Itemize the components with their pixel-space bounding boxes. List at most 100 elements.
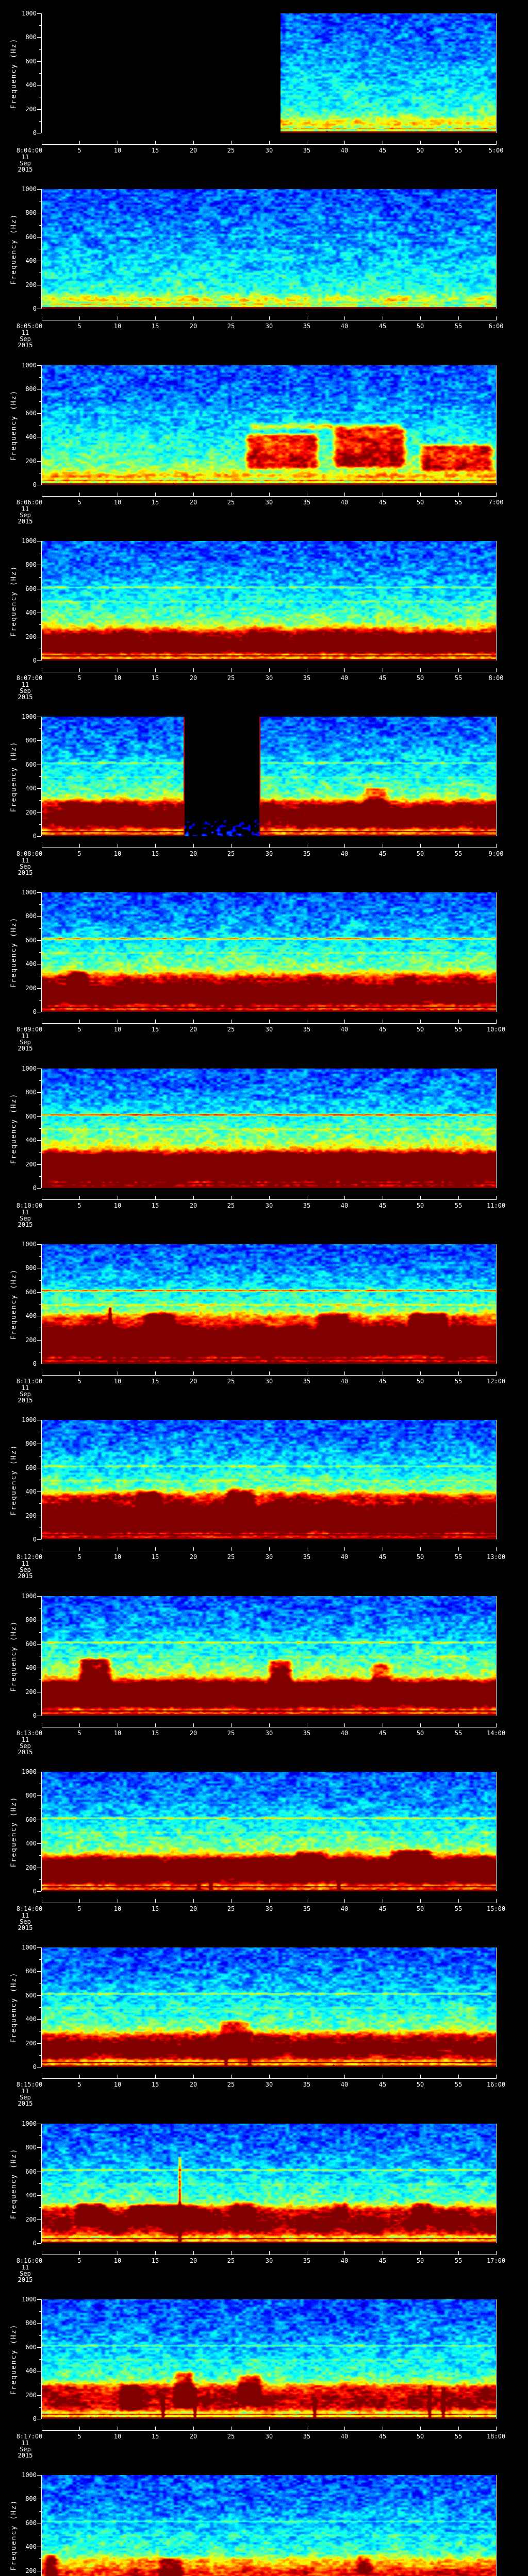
- y-tick: [37, 1539, 41, 1540]
- x-tick: [155, 1196, 156, 1199]
- y-minor-tick: [39, 225, 41, 226]
- plot-right-edge: [496, 1772, 497, 1891]
- x-tick-label: 55: [454, 147, 463, 154]
- y-tick: [37, 2219, 41, 2220]
- y-tick: [37, 2019, 41, 2020]
- x-tick-label: 35: [303, 1026, 311, 1033]
- x-tick: [458, 1899, 459, 1903]
- x-tick-label: 45: [378, 1378, 387, 1385]
- x-tick-label: 20: [189, 1553, 197, 1561]
- y-axis-title: Frequency (Hz): [10, 1972, 18, 2043]
- x-tick: [420, 2251, 421, 2255]
- x-tick-label: 20: [189, 147, 197, 154]
- x-tick-label: 55: [454, 1553, 463, 1561]
- x-tick: [193, 1371, 194, 1375]
- y-tick-label: 400: [25, 609, 37, 616]
- x-tick-label: 15: [151, 499, 159, 506]
- spectrogram-panel: Frequency (Hz) 0 200 400 600 800 1000 8:13:00 5…: [0, 1583, 528, 1759]
- x-axis-line: [42, 1199, 497, 1200]
- spectrogram-panel: Frequency (Hz) 0 200 400 600 800 1000 8:10:00 5…: [0, 1055, 528, 1231]
- x-tick: [496, 1371, 497, 1375]
- x-tick: [420, 141, 421, 144]
- x-tick-label: 20: [189, 2433, 197, 2440]
- y-tick-label: 600: [25, 233, 37, 241]
- y-tick-label: 400: [25, 1840, 37, 1847]
- x-tick: [344, 2075, 345, 2078]
- x-tick-label: 20: [189, 2257, 197, 2264]
- y-tick: [37, 2395, 41, 2396]
- x-tick: [231, 1371, 232, 1375]
- x-tick: [344, 844, 345, 848]
- x-tick-label: 55: [454, 2257, 463, 2264]
- y-tick-label: 600: [25, 1640, 37, 1648]
- x-tick-label: 5: [77, 1026, 81, 1033]
- x-tick-label: 15: [151, 1730, 159, 1737]
- x-tick-label: 25: [227, 147, 235, 154]
- x-tick: [496, 844, 497, 848]
- x-start-time-label: 8:06:00: [16, 499, 43, 506]
- x-end-time-label: 12:00: [486, 1378, 506, 1385]
- y-axis-title: Frequency (Hz): [10, 565, 18, 637]
- x-tick-label: 45: [378, 323, 387, 330]
- x-tick: [193, 1547, 194, 1551]
- y-minor-tick: [39, 73, 41, 74]
- x-tick: [344, 1547, 345, 1551]
- x-tick-label: 35: [303, 1553, 311, 1561]
- y-tick-label: 600: [25, 410, 37, 417]
- x-start-time-label: 8:13:00: [16, 1730, 43, 1737]
- y-tick-label: 1000: [22, 1944, 37, 1951]
- plot-right-edge: [496, 13, 497, 133]
- x-tick: [193, 844, 194, 848]
- spectrogram-panel: Frequency (Hz) 0 200 400 600 800 1000 8:04:00 5…: [0, 0, 528, 176]
- y-axis-line: [41, 541, 42, 660]
- x-end-time-label: 9:00: [488, 850, 504, 857]
- y-tick: [37, 2323, 41, 2324]
- y-tick-label: 400: [25, 785, 37, 792]
- x-tick-label: 10: [113, 1553, 122, 1561]
- y-tick: [37, 940, 41, 941]
- y-tick-label: 600: [25, 937, 37, 944]
- x-tick-label: 50: [416, 1026, 424, 1033]
- x-tick: [193, 141, 194, 144]
- y-tick-label: 600: [25, 1992, 37, 1999]
- x-tick-label: 40: [340, 323, 349, 330]
- y-axis-line: [41, 365, 42, 485]
- x-tick: [155, 1899, 156, 1903]
- x-tick-label: 15: [151, 2433, 159, 2440]
- y-minor-tick: [39, 425, 41, 426]
- plot-right-edge: [496, 2124, 497, 2243]
- x-tick-label: 25: [227, 1730, 235, 1737]
- spectrogram-panel: Frequency (Hz) 0 200 400 600 800 1000 8:14:00 5…: [0, 1758, 528, 1935]
- y-tick-label: 400: [25, 1137, 37, 1144]
- x-tick: [155, 141, 156, 144]
- y-tick: [37, 85, 41, 86]
- y-tick-label: 200: [25, 2567, 37, 2574]
- x-tick-label: 40: [340, 850, 349, 857]
- y-tick: [37, 740, 41, 741]
- x-tick: [344, 1371, 345, 1375]
- date-line: 2015: [18, 2276, 33, 2283]
- x-tick: [193, 316, 194, 320]
- x-tick-label: 40: [340, 1026, 349, 1033]
- x-tick-label: 50: [416, 850, 424, 857]
- x-tick-label: 45: [378, 674, 387, 682]
- x-tick: [269, 1020, 270, 1023]
- x-tick: [420, 316, 421, 320]
- x-tick-label: 35: [303, 1202, 311, 1209]
- x-tick-label: 10: [113, 323, 122, 330]
- x-tick: [458, 844, 459, 848]
- x-tick-label: 50: [416, 499, 424, 506]
- x-tick-label: 40: [340, 2081, 349, 2088]
- x-tick: [155, 1020, 156, 1023]
- y-tick: [37, 2475, 41, 2476]
- x-tick: [269, 1723, 270, 1727]
- y-minor-tick: [39, 904, 41, 905]
- y-tick: [37, 1292, 41, 1293]
- x-tick: [458, 1723, 459, 1727]
- x-tick-label: 15: [151, 2081, 159, 2088]
- x-tick-label: 5: [77, 2081, 81, 2088]
- x-tick-label: 15: [151, 2257, 159, 2264]
- y-tick-label: 1000: [22, 2296, 37, 2303]
- x-tick-label: 45: [378, 2257, 387, 2264]
- y-tick-label: 600: [25, 1464, 37, 1471]
